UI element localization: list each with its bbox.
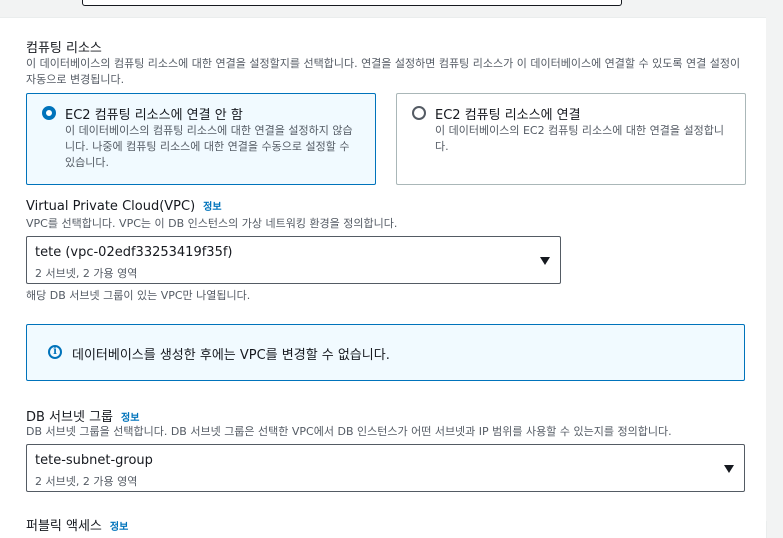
public-access-info-link[interactable]: 정보	[110, 522, 128, 533]
vpc-label: Virtual Private Cloud(VPC) 정보	[26, 198, 222, 214]
vpc-selected-value: tete (vpc-02edf33253419f35f)	[35, 245, 233, 260]
option-title: EC2 컴퓨팅 리소스에 연결	[435, 108, 581, 123]
vpc-description: VPC를 선택합니다. VPC는 이 DB 인스턴스의 가상 네트워킹 환경을 …	[26, 217, 398, 230]
connectivity-panel: 컴퓨팅 리소스 이 데이터베이스의 컴퓨팅 리소스에 대한 연결을 설정할지를 …	[0, 17, 767, 538]
public-access-label-text: 퍼블릭 액세스	[26, 519, 102, 534]
subnet-selected-value: tete-subnet-group	[35, 453, 153, 468]
vpc-select[interactable]: tete (vpc-02edf33253419f35f) 2 서브넷, 2 가용…	[26, 236, 561, 284]
option-title: EC2 컴퓨팅 리소스에 연결 안 함	[65, 108, 243, 123]
scrollbar[interactable]	[766, 17, 783, 521]
info-icon: i	[48, 345, 62, 359]
caret-down-icon	[540, 257, 550, 265]
vpc-info-link[interactable]: 정보	[203, 202, 221, 213]
compute-option-no-connect[interactable]: EC2 컴퓨팅 리소스에 연결 안 함 이 데이터베이스의 컴퓨팅 리소스에 대…	[26, 93, 376, 185]
compute-option-connect[interactable]: EC2 컴퓨팅 리소스에 연결 이 데이터베이스의 EC2 컴퓨팅 리소스에 대…	[396, 93, 746, 185]
alert-text: 데이터베이스를 생성한 후에는 VPC를 변경할 수 없습니다.	[72, 348, 390, 363]
vpc-label-text: Virtual Private Cloud(VPC)	[26, 199, 196, 214]
radio-unselected-icon[interactable]	[412, 106, 426, 120]
subnet-info-link[interactable]: 정보	[121, 413, 139, 424]
option-description: 이 데이터베이스의 EC2 컴퓨팅 리소스에 대한 연결을 설정합니다.	[435, 124, 724, 153]
caret-down-icon	[724, 465, 734, 473]
vpc-info-alert: i 데이터베이스를 생성한 후에는 VPC를 변경할 수 없습니다.	[26, 324, 745, 381]
public-access-label: 퍼블릭 액세스 정보	[26, 515, 128, 534]
subnet-label-text: DB 서브넷 그룹	[26, 410, 113, 425]
radio-selected-icon[interactable]	[42, 106, 56, 120]
subnet-label: DB 서브넷 그룹 정보	[26, 406, 139, 425]
subnet-selected-sub: 2 서브넷, 2 가용 영역	[35, 475, 138, 488]
vpc-hint: 해당 DB 서브넷 그룹이 있는 VPC만 나열됩니다.	[26, 289, 251, 302]
subnet-select[interactable]: tete-subnet-group 2 서브넷, 2 가용 영역	[26, 444, 745, 492]
vpc-selected-sub: 2 서브넷, 2 가용 영역	[35, 267, 138, 280]
compute-description: 이 데이터베이스의 컴퓨팅 리소스에 대한 연결을 설정할지를 선택합니다. 연…	[26, 57, 741, 86]
option-description: 이 데이터베이스의 컴퓨팅 리소스에 대한 연결을 설정하지 않습니다. 나중에…	[65, 124, 353, 169]
search-input[interactable]	[82, 0, 622, 6]
subnet-description: DB 서브넷 그룹을 선택합니다. DB 서브넷 그룹은 선택한 VPC에서 D…	[26, 425, 672, 438]
compute-heading: 컴퓨팅 리소스	[26, 41, 102, 56]
